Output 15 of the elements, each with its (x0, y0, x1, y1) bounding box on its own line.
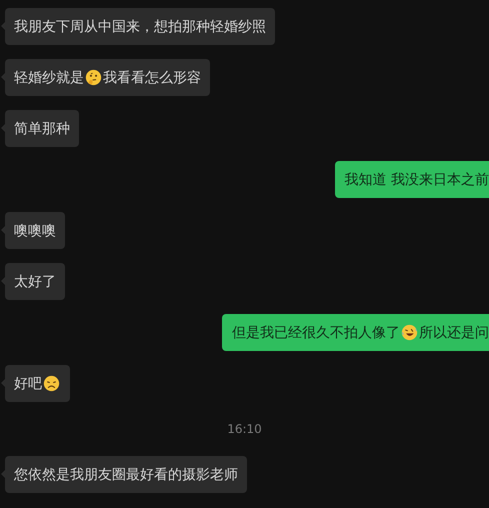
message-text: 但是我已经很久不拍人像了 (232, 326, 400, 340)
message-text: 所以还是问 (419, 326, 489, 340)
message-text: 我看看怎么形容 (103, 70, 201, 84)
frowning-face-icon (43, 375, 60, 392)
laughing-face-icon (401, 324, 418, 341)
message-text: 好吧 (14, 376, 42, 390)
message-text: 简单那种 (14, 122, 70, 136)
message-text: 您依然是我朋友圈最好看的摄影老师 (14, 468, 238, 482)
timestamp: 16:10 (227, 421, 262, 438)
message-text: 我知道 我没来日本之前 (344, 172, 489, 186)
thinking-face-icon (85, 69, 102, 86)
message-text: 噢噢噢 (14, 224, 56, 238)
message-text: 轻婚纱就是 (14, 70, 84, 84)
message-text: 我朋友下周从中国来，想拍那种轻婚纱照 (14, 20, 266, 34)
message-text: 太好了 (14, 274, 56, 288)
